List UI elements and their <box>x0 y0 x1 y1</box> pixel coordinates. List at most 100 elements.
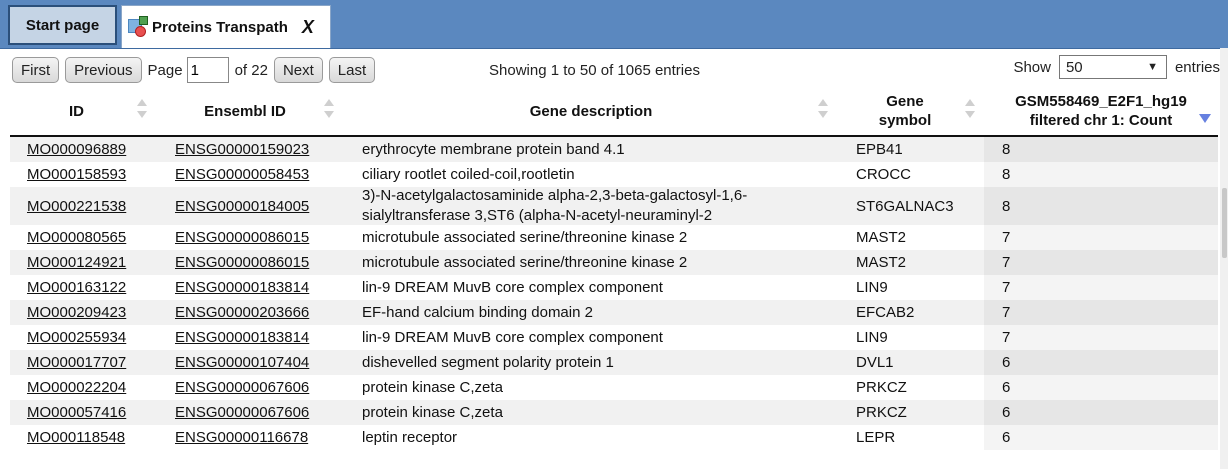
cell-id-link[interactable]: MO000158593 <box>27 166 126 183</box>
table-row: MO000209423 ENSG00000203666 EF-hand calciu… <box>10 300 1218 325</box>
cell-ensembl-link[interactable]: ENSG00000058453 <box>175 166 309 183</box>
cell-id-link[interactable]: MO000255934 <box>27 329 126 346</box>
cell-id-link[interactable]: MO000124921 <box>27 254 126 271</box>
column-header-ensembl[interactable]: Ensembl ID <box>160 87 334 135</box>
cell-ensembl: ENSG00000086015 <box>175 225 350 250</box>
cell-gene-symbol: MAST2 <box>856 225 986 250</box>
cell-gene-symbol: LIN9 <box>856 279 888 296</box>
sort-icon <box>136 99 148 123</box>
cell-description: 3)-N-acetylgalactosaminide alpha-2,3-bet… <box>362 187 832 225</box>
cell-description: leptin receptor <box>362 428 458 446</box>
page-label: Page <box>147 61 183 79</box>
cell-count: 7 <box>1002 254 1011 271</box>
cell-gene-symbol: PRKCZ <box>856 379 907 396</box>
cell-ensembl: ENSG00000184005 <box>175 187 350 225</box>
cell-description: protein kinase C,zeta <box>362 400 832 425</box>
cell-gene-symbol: MAST2 <box>856 229 907 246</box>
cell-id-link[interactable]: MO000221538 <box>27 198 126 215</box>
cell-description: erythrocyte membrane protein band 4.1 <box>362 137 832 162</box>
cell-id-link[interactable]: MO000080565 <box>27 229 126 246</box>
cell-id: MO000124921 <box>27 250 157 275</box>
cell-description: leptin receptor <box>362 425 832 450</box>
cell-id: MO000221538 <box>27 187 157 225</box>
cell-description: microtubule associated serine/threonine … <box>362 225 832 250</box>
cell-description: dishevelled segment polarity protein 1 <box>362 350 832 375</box>
entries-label: entries <box>1174 58 1220 76</box>
column-header-symbol[interactable]: Gene symbol <box>844 87 975 135</box>
tab-strip: Start page Proteins Transpath X <box>0 0 1228 49</box>
sort-icon <box>817 99 829 123</box>
cell-gene-symbol: LEPR <box>856 425 986 450</box>
cell-count: 6 <box>984 425 1218 450</box>
table-row: MO000158593 ENSG00000058453 ciliary rootle… <box>10 162 1218 187</box>
cell-count: 6 <box>1002 429 1011 446</box>
page-number-input[interactable] <box>186 57 229 83</box>
first-page-button[interactable]: First <box>12 57 60 83</box>
tab-close-button[interactable]: X <box>302 17 314 38</box>
cell-ensembl-link[interactable]: ENSG00000067606 <box>175 404 309 421</box>
cell-gene-symbol: DVL1 <box>856 350 986 375</box>
cell-ensembl-link[interactable]: ENSG00000116678 <box>175 429 308 446</box>
cell-ensembl-link[interactable]: ENSG00000183814 <box>175 329 309 346</box>
cell-count: 6 <box>984 375 1218 400</box>
column-header-count[interactable]: GSM558469_E2F1_hg19 filtered chr 1: Coun… <box>984 87 1218 135</box>
cell-gene-symbol: LEPR <box>856 429 896 446</box>
cell-description: protein kinase C,zeta <box>362 378 503 396</box>
cell-id: MO000096889 <box>27 137 157 162</box>
cell-gene-symbol: EPB41 <box>856 141 903 158</box>
cell-count: 8 <box>984 137 1218 162</box>
cell-ensembl-link[interactable]: ENSG00000184005 <box>175 198 309 215</box>
table-row: MO000022204 ENSG00000067606 protein kinase… <box>10 375 1218 400</box>
cell-description: EF-hand calcium binding domain 2 <box>362 303 593 321</box>
cell-count: 7 <box>984 275 1218 300</box>
cell-ensembl: ENSG00000067606 <box>175 375 350 400</box>
column-header-description[interactable]: Gene description <box>356 87 829 135</box>
next-page-button[interactable]: Next <box>273 57 323 83</box>
page-length-select[interactable]: 50 ▼ <box>1058 55 1167 79</box>
cell-id: MO000209423 <box>27 300 157 325</box>
cell-gene-symbol: PRKCZ <box>856 375 986 400</box>
cell-id-link[interactable]: MO000096889 <box>27 141 126 158</box>
cell-gene-symbol: LIN9 <box>856 325 986 350</box>
tab-start-page[interactable]: Start page <box>8 5 117 45</box>
cell-ensembl-link[interactable]: ENSG00000107404 <box>175 354 309 371</box>
cell-gene-symbol: LIN9 <box>856 329 888 346</box>
cell-id: MO000022204 <box>27 375 157 400</box>
cell-id-link[interactable]: MO000163122 <box>27 279 126 296</box>
cell-count: 7 <box>984 250 1218 275</box>
cell-id-link[interactable]: MO000057416 <box>27 404 126 421</box>
tab-proteins-transpath[interactable]: Proteins Transpath X <box>121 5 331 48</box>
cell-id: MO000158593 <box>27 162 157 187</box>
cell-id-link[interactable]: MO000209423 <box>27 304 126 321</box>
cell-description: protein kinase C,zeta <box>362 375 832 400</box>
column-header-id[interactable]: ID <box>10 87 147 135</box>
page-length-value: 50 <box>1065 58 1083 76</box>
last-page-button[interactable]: Last <box>328 57 376 83</box>
cell-ensembl-link[interactable]: ENSG00000159023 <box>175 141 309 158</box>
cell-description: microtubule associated serine/threonine … <box>362 228 688 246</box>
cell-ensembl-link[interactable]: ENSG00000203666 <box>175 304 309 321</box>
scrollbar[interactable] <box>1220 48 1228 469</box>
cell-id-link[interactable]: MO000017707 <box>27 354 126 371</box>
cell-ensembl-link[interactable]: ENSG00000067606 <box>175 379 309 396</box>
scrollbar-thumb[interactable] <box>1222 188 1227 258</box>
cell-ensembl-link[interactable]: ENSG00000086015 <box>175 229 309 246</box>
cell-gene-symbol: EFCAB2 <box>856 300 986 325</box>
cell-count: 8 <box>1002 166 1011 183</box>
cell-ensembl: ENSG00000159023 <box>175 137 350 162</box>
cell-ensembl: ENSG00000183814 <box>175 275 350 300</box>
cell-id-link[interactable]: MO000022204 <box>27 379 126 396</box>
cell-description: microtubule associated serine/threonine … <box>362 250 832 275</box>
tab-start-page-label: Start page <box>25 16 100 34</box>
table-row: MO000255934 ENSG00000183814 lin-9 DREAM Mu… <box>10 325 1218 350</box>
show-label: Show <box>1013 58 1051 76</box>
page-length-control: Show 50 ▼ entries <box>1013 55 1220 79</box>
cell-id-link[interactable]: MO000118548 <box>27 429 125 446</box>
cell-id: MO000118548 <box>27 425 157 450</box>
previous-page-button[interactable]: Previous <box>65 57 142 83</box>
cell-ensembl-link[interactable]: ENSG00000183814 <box>175 279 309 296</box>
cell-id: MO000057416 <box>27 400 157 425</box>
cell-id: MO000255934 <box>27 325 157 350</box>
table-row: MO000221538 ENSG00000184005 3)-N-acetylgal… <box>10 187 1218 225</box>
cell-ensembl-link[interactable]: ENSG00000086015 <box>175 254 309 271</box>
